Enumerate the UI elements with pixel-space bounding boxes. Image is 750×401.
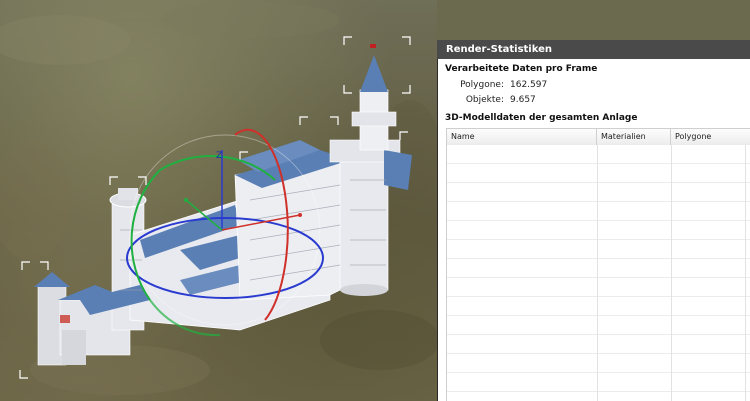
table-header: Name Materialien Polygone: [447, 128, 750, 146]
stat-label: Objekte:: [465, 95, 504, 105]
column-divider: [671, 145, 672, 401]
gizmo-axis-label: Z: [216, 151, 222, 161]
table-body: [447, 145, 750, 401]
column-header-name[interactable]: Name: [447, 129, 597, 145]
panel-title[interactable]: Render-Statistiken: [437, 40, 750, 59]
stat-value: 9.657: [510, 95, 536, 105]
3d-viewport[interactable]: Z: [0, 0, 437, 401]
column-header-polygons[interactable]: Polygone: [671, 129, 750, 145]
column-header-materials[interactable]: Materialien: [597, 129, 671, 145]
stat-value: 162.597: [510, 80, 548, 90]
model-data-table[interactable]: Name Materialien Polygone: [446, 128, 750, 401]
stat-label: Polygone:: [460, 80, 504, 90]
castle-scene: Z: [0, 2, 437, 395]
column-divider: [597, 145, 598, 401]
column-divider: [745, 145, 746, 401]
model-section-title: 3D-Modelldaten der gesamten Anlage: [445, 113, 638, 123]
stat-objects: Objekte: 9.657: [432, 95, 552, 107]
stat-polygons: Polygone: 162.597: [432, 80, 552, 92]
frame-section-title: Verarbeitete Daten pro Frame: [445, 64, 598, 74]
